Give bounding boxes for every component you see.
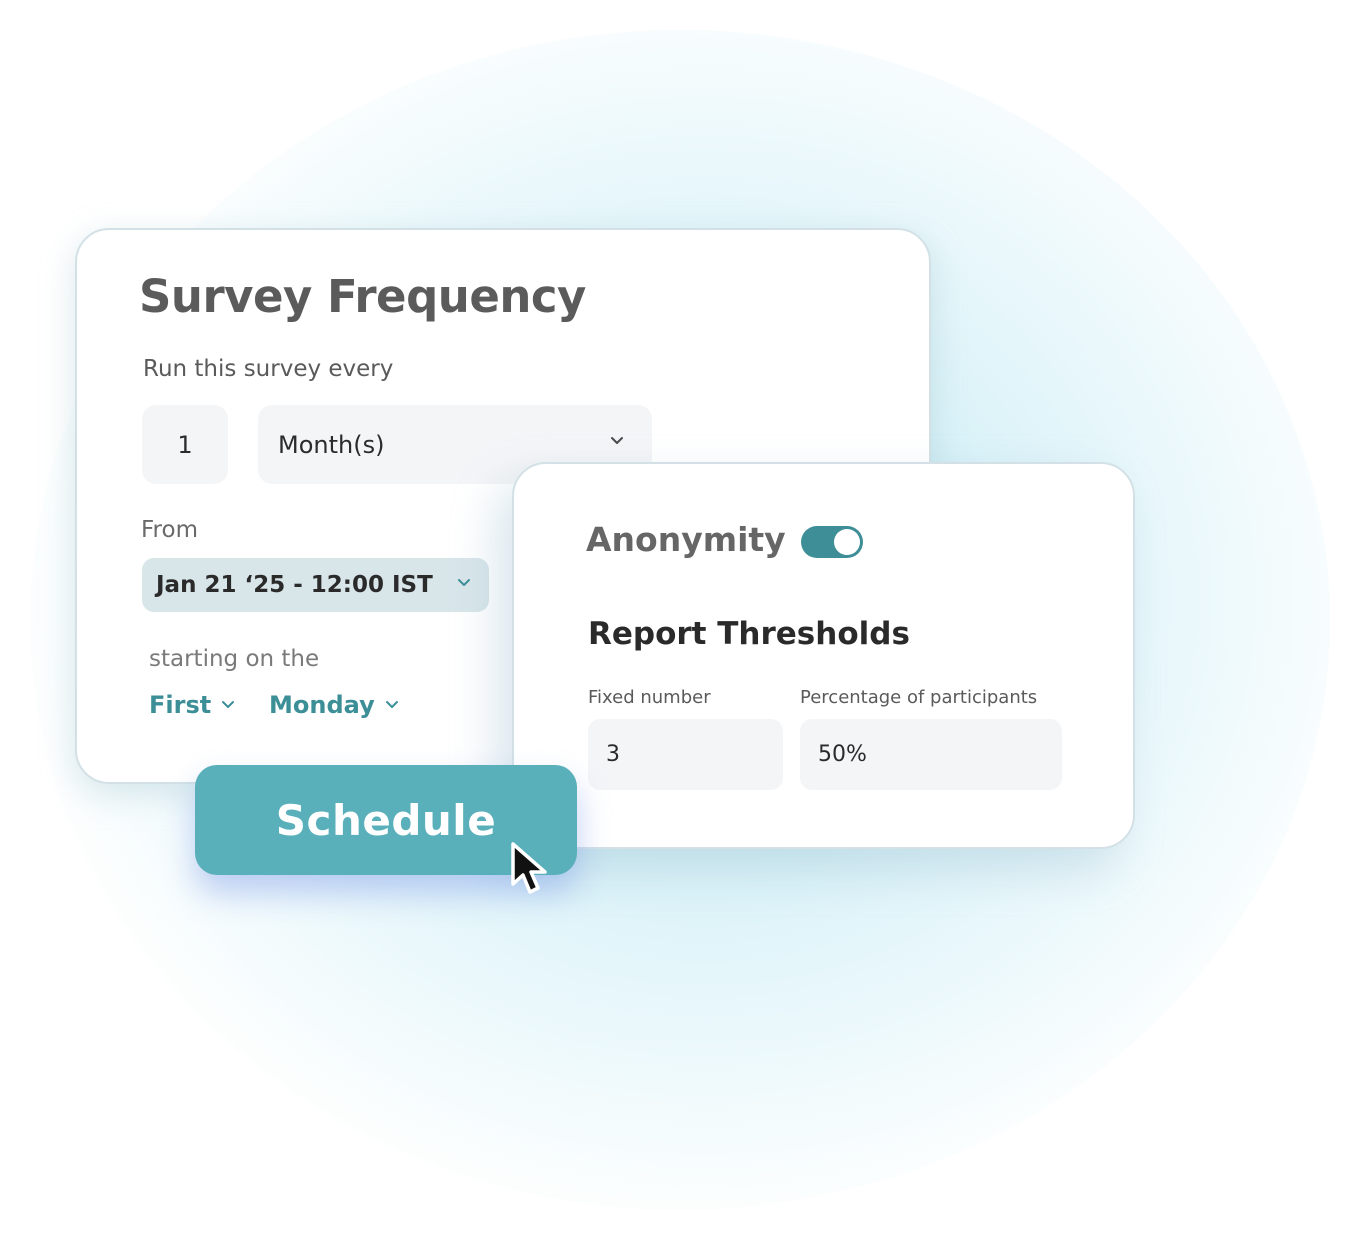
- anonymity-label: Anonymity: [586, 520, 786, 559]
- anonymity-toggle[interactable]: [801, 526, 863, 558]
- toggle-knob: [834, 529, 860, 555]
- interval-value-input[interactable]: 1: [142, 405, 228, 484]
- percentage-value: 50%: [818, 742, 867, 767]
- weekday-value: Monday: [269, 691, 375, 719]
- percentage-input[interactable]: 50%: [800, 719, 1062, 790]
- survey-frequency-title: Survey Frequency: [139, 270, 586, 323]
- fixed-number-value: 3: [606, 742, 620, 767]
- starting-on-label: starting on the: [149, 646, 320, 672]
- week-occurrence-value: First: [149, 691, 212, 719]
- run-every-label: Run this survey every: [143, 356, 394, 382]
- interval-value-text: 1: [177, 430, 193, 459]
- interval-unit-value: Month(s): [278, 430, 385, 459]
- percentage-label: Percentage of participants: [800, 687, 1038, 708]
- fixed-number-input[interactable]: 3: [588, 719, 783, 790]
- fixed-number-label: Fixed number: [588, 687, 711, 708]
- from-label: From: [141, 517, 198, 543]
- chevron-down-icon: [458, 579, 470, 586]
- start-date-value: Jan 21 ‘25 - 12:00 IST: [156, 572, 433, 598]
- week-occurrence-dropdown[interactable]: First: [149, 691, 235, 719]
- chevron-down-icon: [385, 701, 398, 708]
- schedule-button-label: Schedule: [275, 795, 497, 845]
- mouse-cursor-icon: [511, 842, 547, 894]
- report-thresholds-title: Report Thresholds: [588, 616, 910, 652]
- start-date-dropdown[interactable]: Jan 21 ‘25 - 12:00 IST: [142, 558, 489, 612]
- chevron-down-icon: [611, 437, 623, 444]
- chevron-down-icon: [222, 701, 235, 708]
- weekday-dropdown[interactable]: Monday: [269, 691, 399, 719]
- privacy-settings-card: Anonymity Report Thresholds Fixed number…: [512, 462, 1135, 849]
